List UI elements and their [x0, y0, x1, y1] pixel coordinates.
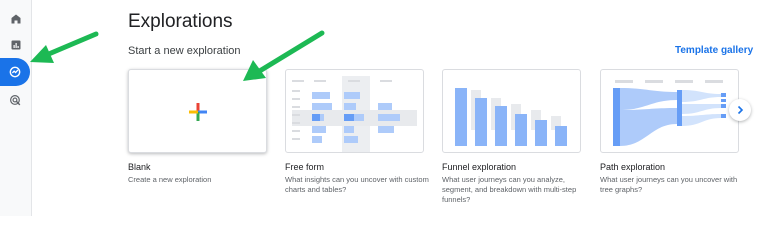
explore-icon: [9, 66, 21, 78]
nav-advertising[interactable]: [0, 89, 31, 111]
template-card-blank[interactable]: [128, 69, 267, 153]
reports-icon: [11, 40, 20, 50]
page-title: Explorations: [128, 11, 233, 32]
template-desc-free-form: What insights can you uncover with custo…: [285, 175, 429, 194]
template-gallery-link[interactable]: Template gallery: [675, 45, 753, 56]
advertising-icon: [10, 94, 21, 105]
template-title-blank: Blank: [128, 162, 151, 172]
template-desc-blank: Create a new exploration: [128, 175, 212, 184]
plus-icon: [189, 103, 207, 121]
section-title: Start a new exploration: [128, 45, 241, 57]
carousel-next-button[interactable]: [729, 99, 751, 121]
home-icon: [11, 14, 20, 24]
nav-explore[interactable]: [0, 58, 30, 86]
funnel-thumbnail: [455, 88, 567, 146]
template-desc-path: What user journeys can you uncover with …: [600, 175, 738, 194]
template-card-path[interactable]: [600, 69, 739, 153]
template-desc-funnel: What user journeys can you analyze, segm…: [442, 175, 577, 204]
nav-home[interactable]: [0, 8, 31, 30]
nav-reports[interactable]: [0, 34, 31, 56]
template-card-funnel[interactable]: [442, 69, 581, 153]
template-title-path: Path exploration: [600, 162, 666, 172]
main-content: Explorations Start a new exploration Tem…: [32, 0, 768, 216]
path-thumbnail: [613, 80, 726, 146]
free-form-thumbnail: [292, 76, 417, 152]
left-nav-rail: [0, 0, 32, 216]
template-card-free-form[interactable]: [285, 69, 424, 153]
template-title-free-form: Free form: [285, 162, 325, 172]
chevron-right-icon: [737, 105, 744, 115]
template-title-funnel: Funnel exploration: [442, 162, 517, 172]
